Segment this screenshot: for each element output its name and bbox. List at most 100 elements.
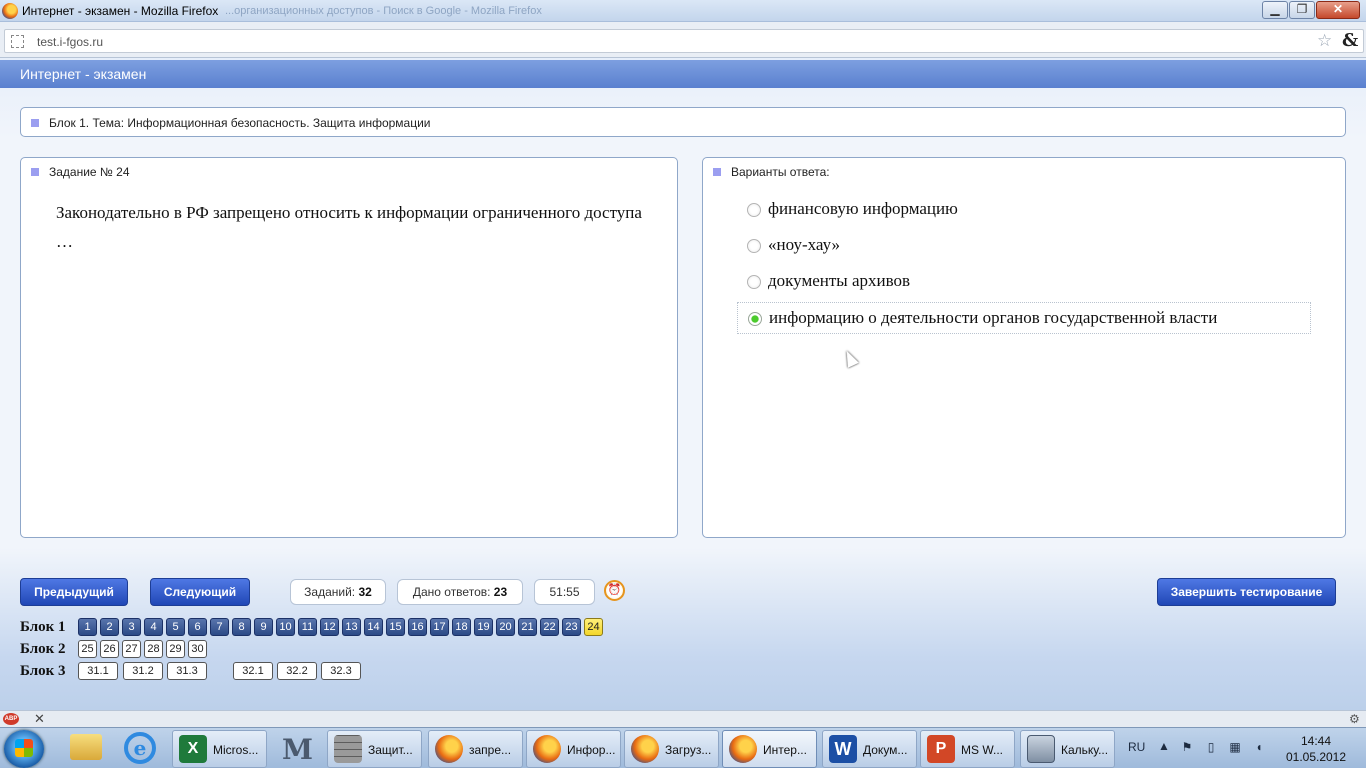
question-nav-button[interactable]: 25 [78,640,97,658]
question-nav-button[interactable]: 32.3 [321,662,361,680]
next-button[interactable]: Следующий [150,578,250,606]
question-nav-button[interactable]: 20 [496,618,515,636]
question-nav-button[interactable]: 21 [518,618,537,636]
taskbar-item-label: Инфор... [567,743,616,757]
question-nav-button[interactable]: 16 [408,618,427,636]
firefox-icon [729,735,757,763]
taskbar-item-active[interactable]: Интер... [722,730,817,768]
answered-counter-value: 23 [493,585,508,599]
question-nav-button[interactable]: 22 [540,618,559,636]
previous-button[interactable]: Предыдущий [20,578,128,606]
taskbar-item-label: Интер... [763,743,807,757]
question-nav-button[interactable]: 1 [78,618,97,636]
taskbar-item[interactable]: Инфор... [526,730,621,768]
answer-option-text[interactable]: «ноу-хау» [768,235,840,255]
question-label: Задание № 24 [49,165,130,179]
taskbar-item[interactable]: Защит... [327,730,422,768]
question-nav-button[interactable]: 9 [254,618,273,636]
radio-button[interactable] [747,239,761,253]
answer-option-text[interactable]: финансовую информацию [768,199,958,219]
question-nav-button[interactable]: 13 [342,618,361,636]
taskbar-item[interactable]: X Micros... [172,730,267,768]
app-header-title: Интернет - экзамен [20,66,147,82]
question-nav-button[interactable]: 3 [122,618,141,636]
answer-option-selected[interactable]: информацию о деятельности органов госуда… [737,302,1311,334]
minimize-button[interactable]: ▁ [1262,1,1288,19]
question-nav-button[interactable]: 32.2 [277,662,317,680]
addon-ampersand-icon[interactable]: & [1342,30,1358,51]
question-nav-button[interactable]: 2 [100,618,119,636]
addon-bar-close-icon[interactable]: ✕ [34,711,45,727]
maximize-button[interactable]: ❐ [1289,1,1315,19]
site-identity-icon[interactable] [11,35,24,48]
question-nav-button[interactable]: 31.2 [123,662,163,680]
taskbar-item-label: Micros... [213,743,259,757]
question-nav-button[interactable]: 5 [166,618,185,636]
taskbar-item[interactable]: запре... [428,730,523,768]
adblock-plus-icon[interactable]: ABP [3,713,19,725]
question-nav-button[interactable]: 27 [122,640,141,658]
volume-muted-icon[interactable]: ◖ [1252,740,1266,754]
timer: 51:55 [534,579,595,605]
question-nav-button[interactable]: 30 [188,640,207,658]
start-button[interactable] [4,730,44,768]
answer-option[interactable]: финансовую информацию [737,194,1311,226]
taskbar-item[interactable]: Кальку... [1020,730,1115,768]
question-nav-button[interactable]: 26 [100,640,119,658]
powerpoint-icon: P [927,735,955,763]
question-nav-button[interactable]: 11 [298,618,317,636]
question-nav-button[interactable]: 28 [144,640,163,658]
language-indicator[interactable]: RU [1128,740,1145,754]
question-nav-button[interactable]: 14 [364,618,383,636]
question-nav-button[interactable]: 32.1 [233,662,273,680]
gear-icon[interactable]: ⚙ [1349,712,1360,726]
taskbar-item[interactable]: Загруз... [624,730,719,768]
network-icon[interactable]: ▦ [1228,740,1242,754]
address-bar[interactable]: test.i-fgos.ru ☆ & [4,29,1364,53]
question-nav-button[interactable]: 8 [232,618,251,636]
answers-panel: Варианты ответа: финансовую информацию «… [702,157,1346,538]
question-nav-button[interactable]: 15 [386,618,405,636]
bullet-square-icon [713,168,721,176]
answer-option[interactable]: «ноу-хау» [737,230,1311,262]
nav-block-label: Блок 3 [20,663,66,679]
system-clock[interactable]: 14:44 01.05.2012 [1280,733,1352,765]
flag-icon[interactable]: ⚑ [1180,740,1194,754]
bookmark-star-icon[interactable]: ☆ [1317,31,1332,51]
internet-explorer-icon[interactable]: e [124,732,156,764]
question-nav-button[interactable]: 31.3 [167,662,207,680]
tray-expand-icon[interactable]: ▲ [1158,739,1170,753]
question-nav-current[interactable]: 24 [584,618,603,636]
question-nav-button[interactable]: 19 [474,618,493,636]
question-nav-button[interactable]: 7 [210,618,229,636]
taskbar-item[interactable]: P MS W... [920,730,1015,768]
question-nav-button[interactable]: 18 [452,618,471,636]
radio-button[interactable] [747,275,761,289]
m-app-icon[interactable]: M [282,733,313,766]
bullet-square-icon [31,168,39,176]
question-nav-button[interactable]: 4 [144,618,163,636]
question-nav-button[interactable]: 10 [276,618,295,636]
close-button[interactable]: ✕ [1316,1,1360,19]
tasks-counter-label: Заданий: [304,585,356,599]
explorer-folder-icon[interactable] [70,734,102,760]
finish-test-button[interactable]: Завершить тестирование [1157,578,1336,606]
answer-option-text[interactable]: документы архивов [768,271,910,291]
question-nav-button[interactable]: 23 [562,618,581,636]
question-nav-button[interactable]: 12 [320,618,339,636]
alarm-clock-icon: ⏰ [604,580,625,601]
answer-option[interactable]: документы архивов [737,266,1311,298]
address-text[interactable]: test.i-fgos.ru [37,35,103,49]
firefox-icon [631,735,659,763]
answer-option-text[interactable]: информацию о деятельности органов госуда… [769,308,1217,328]
radio-button[interactable] [747,203,761,217]
nav-block-label: Блок 1 [20,619,66,635]
radio-button-checked[interactable] [748,312,762,326]
taskbar-item[interactable]: W Докум... [822,730,917,768]
question-nav-button[interactable]: 29 [166,640,185,658]
question-nav-button[interactable]: 6 [188,618,207,636]
device-icon[interactable]: ▯ [1204,740,1218,754]
taskbar: e X Micros... M Защит... запре... Инфор.… [0,727,1366,768]
question-nav-button[interactable]: 17 [430,618,449,636]
question-nav-button[interactable]: 31.1 [78,662,118,680]
